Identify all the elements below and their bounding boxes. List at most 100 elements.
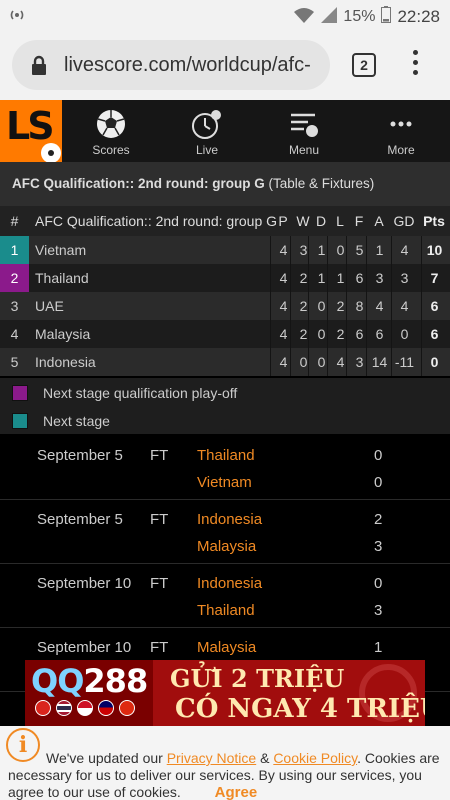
- fixture-status: FT: [150, 639, 169, 656]
- table-row[interactable]: 2 Thailand 4 2 1 1 6 3 3 7: [0, 264, 450, 292]
- legend-label: Next stage qualification play-off: [43, 385, 238, 401]
- legend-swatch: [12, 413, 28, 429]
- hotspot-icon: [8, 6, 26, 27]
- home-score: 2: [374, 511, 383, 528]
- stat-pts: 10: [421, 236, 447, 264]
- more-dots-icon: [390, 121, 412, 127]
- stat-gd: -11: [391, 348, 417, 376]
- dot-icon: [412, 70, 418, 75]
- ad-banner[interactable]: QQ288 GỬI 2 TRIỆU CÓ NGAY 4 TRIỆU: [25, 660, 425, 726]
- stat-gd: 4: [391, 292, 417, 320]
- table-row[interactable]: 1 Vietnam 4 3 1 0 5 1 4 10: [0, 236, 450, 264]
- privacy-notice-link[interactable]: Privacy Notice: [167, 750, 256, 766]
- legend-label: Next stage: [43, 413, 110, 429]
- fixture-status: FT: [150, 511, 169, 528]
- nav-label: Menu: [288, 143, 320, 157]
- stat-pts: 0: [421, 348, 447, 376]
- flag-china-icon: [119, 700, 135, 716]
- table-row[interactable]: 5 Indonesia 4 0 0 4 3 14 -11 0: [0, 348, 450, 376]
- site-nav: LS Scores Live Menu More: [0, 100, 450, 162]
- stat-gd: 4: [391, 236, 417, 264]
- dot-icon: [412, 50, 418, 55]
- clock: 22:28: [397, 7, 440, 26]
- fixture-date: September 5: [37, 511, 123, 528]
- legend-item: Next stage: [12, 411, 110, 431]
- livescore-logo[interactable]: LS: [0, 100, 62, 162]
- signal-icon: [321, 6, 338, 28]
- table-row[interactable]: 4 Malaysia 4 2 0 2 6 6 0 6: [0, 320, 450, 348]
- nav-label: More: [387, 143, 415, 157]
- tab-switcher-button[interactable]: 2: [352, 53, 376, 77]
- stat-pts: 7: [421, 264, 447, 292]
- nav-label: Scores: [92, 143, 130, 157]
- away-score: 0: [374, 474, 383, 491]
- col-pts-header: Pts: [423, 213, 445, 229]
- address-bar[interactable]: livescore.com/worldcup/afc-: [12, 40, 330, 90]
- stat-pts: 6: [421, 320, 447, 348]
- fixture-row[interactable]: September 10 FT Indonesia Thailand 0 3: [0, 564, 450, 628]
- home-team[interactable]: Indonesia: [197, 575, 262, 592]
- team-name: Vietnam: [35, 242, 87, 258]
- table-row[interactable]: 3 UAE 4 2 0 2 8 4 4 6: [0, 292, 450, 320]
- home-team[interactable]: Thailand: [197, 447, 255, 464]
- away-team[interactable]: Thailand: [197, 602, 255, 619]
- ball-icon: [41, 143, 61, 162]
- nav-scores[interactable]: Scores: [66, 100, 156, 162]
- battery-icon: [381, 6, 392, 28]
- fixtures-list: September 5 FT Thailand Vietnam 0 0 September …: [0, 436, 450, 692]
- page-title: AFC Qualification:: 2nd round: group G (…: [0, 162, 450, 206]
- status-bar: 15% 22:28: [0, 0, 450, 32]
- cookie-banner: i We've updated our Privacy Notice & Coo…: [0, 726, 450, 800]
- browser-toolbar: livescore.com/worldcup/afc- 2: [0, 32, 450, 100]
- team-name: Indonesia: [35, 354, 96, 370]
- browser-menu-button[interactable]: [408, 50, 422, 80]
- wifi-icon: [293, 7, 315, 28]
- rank-cell: 1: [0, 236, 29, 264]
- cookie-text: We've updated our Privacy Notice & Cooki…: [8, 750, 440, 800]
- home-score: 0: [374, 447, 383, 464]
- fixture-date: September 10: [37, 575, 132, 592]
- away-score: 3: [374, 602, 383, 619]
- ad-headline-1: GỬI 2 TRIỆU: [170, 664, 345, 693]
- nav-label: Live: [195, 143, 218, 157]
- team-name: Thailand: [35, 270, 89, 286]
- nav-live[interactable]: Live: [162, 100, 252, 162]
- stat-gd: 3: [391, 264, 417, 292]
- menu-icon: [291, 113, 318, 137]
- col-gd-header: GD: [393, 213, 415, 229]
- fixture-date: September 5: [37, 447, 123, 464]
- fixture-row[interactable]: September 5 FT Thailand Vietnam 0 0: [0, 436, 450, 500]
- dot-icon: [412, 60, 418, 65]
- ad-brand-panel: QQ288: [25, 660, 153, 726]
- away-team[interactable]: Malaysia: [197, 538, 256, 555]
- nav-more[interactable]: More: [356, 100, 446, 162]
- stat-pts: 6: [421, 292, 447, 320]
- home-score: 0: [374, 575, 383, 592]
- col-rank-header: #: [10, 213, 19, 229]
- home-team[interactable]: Malaysia: [197, 639, 256, 656]
- agree-button[interactable]: Agree: [215, 784, 258, 800]
- legend-item: Next stage qualification play-off: [12, 383, 237, 403]
- fixture-status: FT: [150, 575, 169, 592]
- soccer-ball-icon: [97, 110, 125, 138]
- home-score: 1: [374, 639, 383, 656]
- fixture-row[interactable]: September 5 FT Indonesia Malaysia 2 3: [0, 500, 450, 564]
- flag-thailand-icon: [56, 700, 72, 716]
- home-team[interactable]: Indonesia: [197, 511, 262, 528]
- rank-cell: 5: [10, 354, 19, 370]
- legend-swatch: [12, 385, 28, 401]
- away-team[interactable]: Vietnam: [197, 474, 252, 491]
- stat-a: 1: [366, 236, 392, 264]
- ad-brand: QQ288: [31, 662, 148, 700]
- away-score: 3: [374, 538, 383, 555]
- standings-table: # AFC Qualification:: 2nd round: group G…: [0, 206, 450, 376]
- fixture-date: September 10: [37, 639, 132, 656]
- stat-a: 4: [366, 292, 392, 320]
- rank-cell: 2: [0, 264, 29, 292]
- stat-gd: 0: [391, 320, 417, 348]
- rank-cell: 3: [10, 298, 19, 314]
- cookie-policy-link[interactable]: Cookie Policy: [273, 750, 357, 766]
- battery-percent: 15%: [343, 8, 376, 25]
- nav-menu[interactable]: Menu: [259, 100, 349, 162]
- stat-a: 14: [366, 348, 392, 376]
